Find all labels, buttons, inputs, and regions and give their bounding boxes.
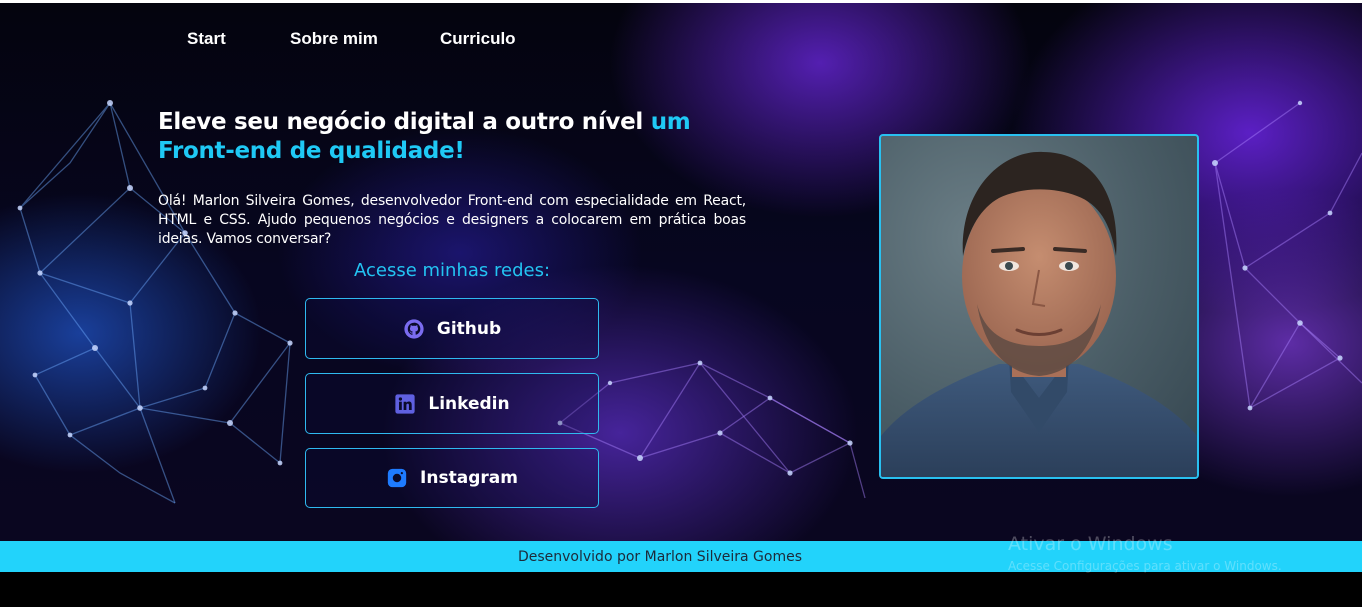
page-footer: Desenvolvido por Marlon Silveira Gomes [0, 541, 1362, 572]
footer-credit: Desenvolvido por Marlon Silveira Gomes [517, 548, 803, 565]
github-label: Github [436, 318, 502, 339]
nav-link-resume[interactable]: Curriculo [440, 29, 516, 49]
linkedin-icon [395, 393, 415, 414]
bottom-bar [0, 572, 1362, 607]
instagram-icon [387, 468, 407, 488]
portrait-photo [881, 151, 1197, 477]
github-button[interactable]: Github [305, 298, 599, 359]
profile-photo [879, 134, 1199, 479]
nav-link-about[interactable]: Sobre mim [290, 29, 378, 49]
social-section-title: Acesse minhas redes: [353, 260, 551, 281]
instagram-button[interactable]: Instagram [305, 448, 599, 508]
hero-headline: Eleve seu negócio digital a outro nível … [158, 108, 748, 166]
instagram-label: Instagram [420, 468, 518, 488]
intro-paragraph: Olá! Marlon Silveira Gomes, desenvolvedo… [158, 193, 746, 247]
nav-link-start[interactable]: Start [187, 29, 226, 49]
linkedin-button[interactable]: Linkedin [305, 373, 599, 434]
github-icon [404, 318, 424, 339]
headline-plain: Eleve seu negócio digital a outro nível [158, 109, 651, 135]
linkedin-label: Linkedin [428, 393, 510, 414]
